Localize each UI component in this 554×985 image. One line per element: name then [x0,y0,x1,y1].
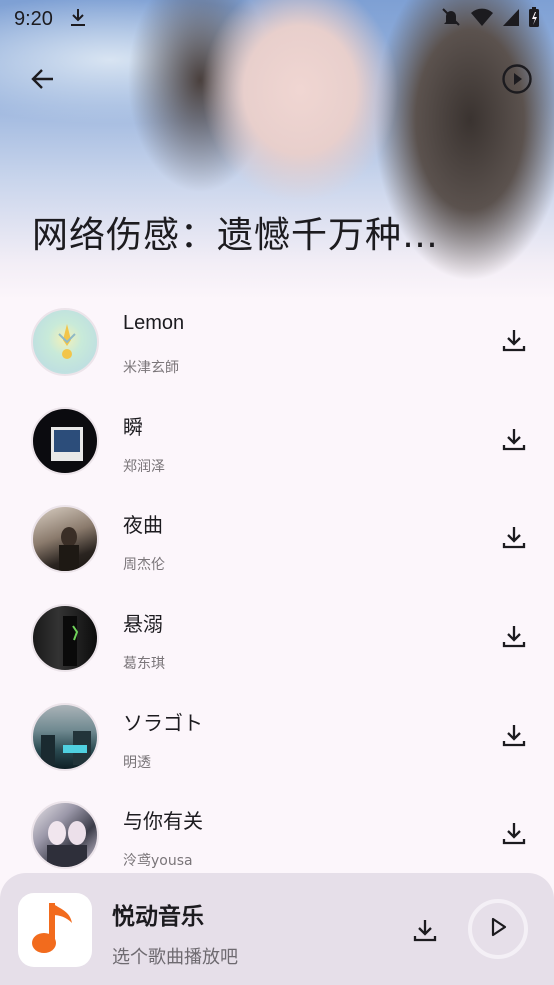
song-artist: 米津玄師 [123,360,179,376]
song-row[interactable]: 悬溺 葛东琪 [0,588,554,687]
download-icon [501,820,527,850]
play-all-button[interactable] [494,58,540,104]
status-time: 9:20 [14,7,53,30]
song-row[interactable]: Lemon 米津玄師 [0,292,554,391]
song-title: 与你有关 [123,811,203,834]
song-artist: 郑润泽 [123,458,165,475]
download-icon [501,722,527,752]
status-bar: 9:20 [0,0,554,38]
play-icon [487,916,509,942]
download-button[interactable] [494,519,534,559]
song-title: 瞬 [123,416,143,439]
signal-icon [502,7,520,32]
album-cover [31,702,99,771]
download-icon [501,623,527,653]
album-cover [31,308,99,376]
song-artist: 泠鸢yousa [123,853,193,870]
song-artist: 明透 [123,754,151,771]
song-title: 夜曲 [123,515,163,538]
album-cover [31,801,99,870]
download-icon [501,426,527,456]
song-row[interactable]: ソラゴト 明透 [0,687,554,786]
download-icon [69,7,87,32]
app-icon [18,893,92,967]
song-row[interactable]: 与你有关 泠鸢yousa [0,785,554,884]
download-icon [412,917,438,947]
player-title: 悦动音乐 [112,904,204,930]
play-circle-icon [501,63,533,99]
notifications-off-icon [440,6,462,33]
download-button[interactable] [494,618,534,658]
download-button[interactable] [494,421,534,461]
back-button[interactable] [20,58,66,104]
song-title: Lemon [123,312,185,334]
album-cover [31,406,99,475]
download-icon [501,327,527,357]
wifi-icon [470,7,494,32]
album-cover [31,505,99,574]
music-note-icon [30,899,80,961]
song-artist: 葛东琪 [123,656,165,673]
song-row[interactable]: 夜曲 周杰伦 [0,489,554,588]
download-button[interactable] [494,322,534,362]
song-row[interactable]: 瞬 郑润泽 [0,391,554,490]
download-button[interactable] [494,815,534,855]
album-cover [31,604,99,673]
song-title: ソラゴト [123,712,203,735]
download-icon [501,524,527,554]
mini-player[interactable]: 悦动音乐 选个歌曲播放吧 [0,873,554,985]
playlist-title: 网络伤感：遗憾千万种… [32,215,440,256]
arrow-left-icon [30,66,56,96]
song-title: 悬溺 [123,614,163,637]
song-list: Lemon 米津玄師 瞬 郑润泽 夜曲 周杰伦 悬溺 葛东琪 ソラゴト 明透 与… [0,292,554,884]
download-button[interactable] [494,717,534,757]
player-play-button[interactable] [468,899,528,959]
player-subtitle: 选个歌曲播放吧 [112,947,238,968]
battery-charging-icon [528,6,540,33]
player-download-button[interactable] [404,911,446,953]
song-artist: 周杰伦 [123,557,165,574]
